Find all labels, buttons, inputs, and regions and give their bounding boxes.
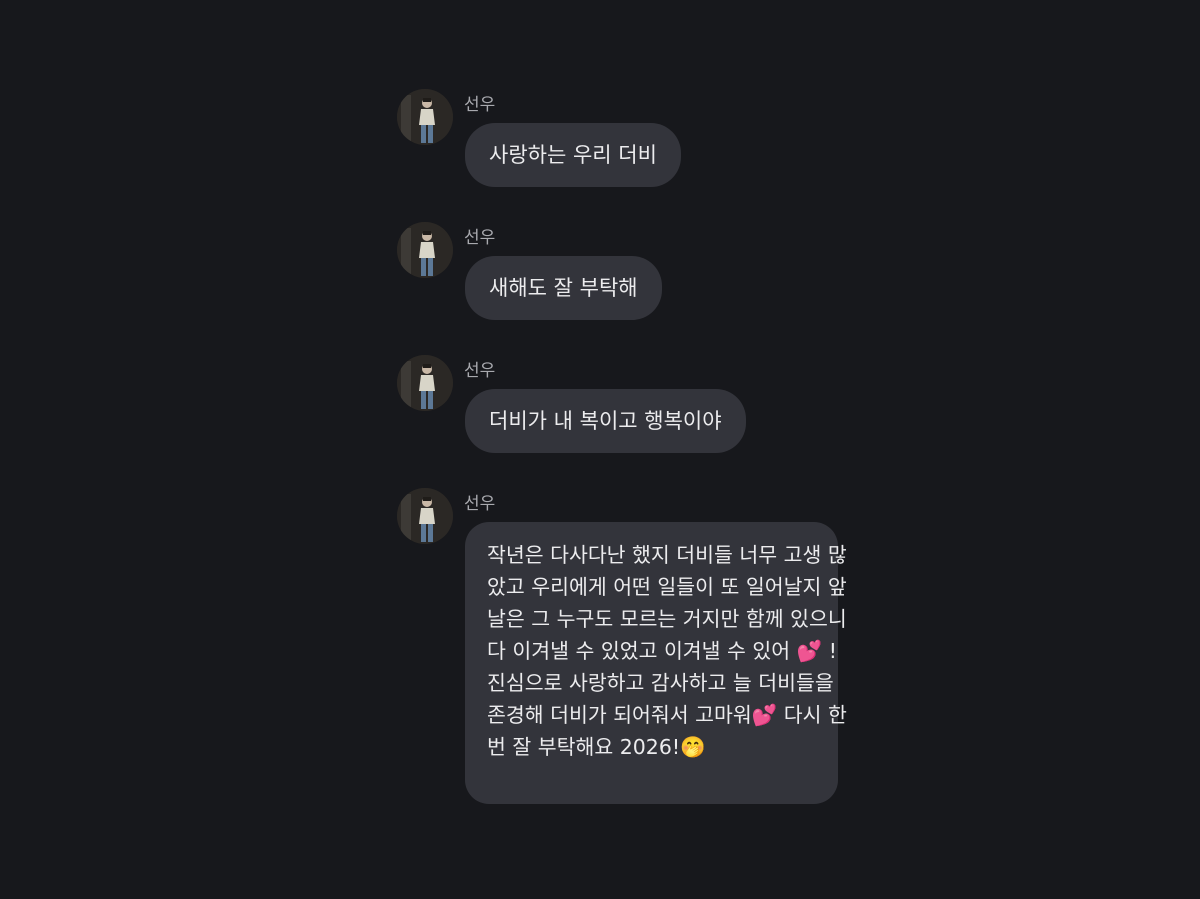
sender-avatar[interactable] [397,222,453,278]
message-line: 다 이겨낼 수 있었고 이겨낼 수 있어 💕 ! [487,639,837,663]
message-bubble[interactable]: 작년은 다사다난 했지 더비들 너무 고생 많 았고 우리에게 어떤 일들이 또… [465,522,847,804]
profile-photo-icon [397,222,453,278]
chat-thread: 선우 사랑하는 우리 더비 선우 새해도 잘 부탁해 선우 더비가 내 복이고 … [0,0,1200,899]
sender-avatar[interactable] [397,488,453,544]
sender-avatar[interactable] [397,355,453,411]
message-line: 작년은 다사다난 했지 더비들 너무 고생 많 [487,543,847,567]
sender-name: 선우 [464,494,496,514]
message-line: 존경해 더비가 되어줘서 고마워💕 다시 한 [487,703,847,727]
message-line: 번 잘 부탁해요 2026!🤭 [487,735,706,759]
sender-name: 선우 [464,228,496,248]
profile-photo-icon [397,89,453,145]
message-bubble[interactable]: 더비가 내 복이고 행복이야 [465,389,746,453]
sender-name: 선우 [464,95,496,115]
message-line: 진심으로 사랑하고 감사하고 늘 더비들을 [487,671,834,695]
message-line: 날은 그 누구도 모르는 거지만 함께 있으니 [487,607,847,631]
message-line: 았고 우리에게 어떤 일들이 또 일어날지 앞 [487,575,847,599]
profile-photo-icon [397,488,453,544]
sender-name: 선우 [464,361,496,381]
message-bubble[interactable]: 사랑하는 우리 더비 [465,123,681,187]
message-bubble[interactable]: 새해도 잘 부탁해 [465,256,662,320]
profile-photo-icon [397,355,453,411]
sender-avatar[interactable] [397,89,453,145]
